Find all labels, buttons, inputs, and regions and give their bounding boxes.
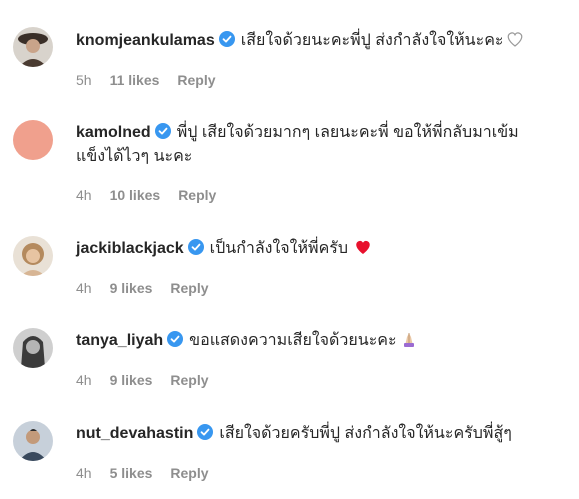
comment-body: kamolned พี่ปู เสียใจด้วยมากๆ เลยนะคะพี่ … — [76, 121, 559, 169]
reply-button[interactable]: Reply — [170, 372, 208, 388]
comment-body: jackiblackjack เป็นกำลังใจให้พี่ครับ — [76, 237, 559, 261]
verified-badge-icon — [218, 31, 235, 47]
comment-text: ขอแสดงความเสียใจด้วยนะคะ — [189, 332, 397, 349]
comment-text-continued: แข็งได้ไวๆ นะคะ — [76, 148, 193, 165]
username-link[interactable]: knomjeankulamas — [76, 32, 215, 49]
avatar-image — [13, 120, 53, 160]
timestamp[interactable]: 4h — [76, 187, 92, 203]
likes-count[interactable]: 9 likes — [110, 372, 153, 388]
comment-meta: 5h 11 likes Reply — [76, 72, 234, 88]
comments-list: knomjeankulamas เสียใจด้วยนะคะพี่ปู ส่งกำ… — [0, 0, 579, 499]
comment-text: เป็นกำลังใจให้พี่ครับ — [209, 240, 349, 257]
likes-count[interactable]: 10 likes — [110, 187, 161, 203]
avatar-image — [13, 27, 53, 67]
avatar-image — [13, 328, 53, 368]
avatar[interactable] — [13, 421, 53, 461]
likes-count[interactable]: 11 likes — [110, 72, 160, 88]
verified-badge-icon — [197, 424, 214, 440]
avatar[interactable] — [13, 120, 53, 160]
timestamp[interactable]: 4h — [76, 465, 92, 481]
comment-line: nut_devahastin เสียใจด้วยครับพี่ปู ส่งกำล… — [76, 422, 559, 446]
username-link[interactable]: kamolned — [76, 124, 151, 141]
comment-line: knomjeankulamas เสียใจด้วยนะคะพี่ปู ส่งกำ… — [76, 29, 559, 53]
verified-badge-icon — [167, 331, 184, 347]
timestamp[interactable]: 4h — [76, 372, 92, 388]
comment-line: tanya_liyah ขอแสดงความเสียใจด้วยนะคะ — [76, 329, 559, 353]
avatar[interactable] — [13, 328, 53, 368]
heart-outline-icon — [507, 32, 522, 47]
username-link[interactable]: tanya_liyah — [76, 332, 163, 349]
likes-count[interactable]: 9 likes — [110, 280, 153, 296]
comment-text: เสียใจด้วยนะคะพี่ปู ส่งกำลังใจให้นะคะ — [240, 32, 504, 49]
avatar-image — [13, 236, 53, 276]
comment-line-2: แข็งได้ไวๆ นะคะ — [76, 145, 559, 169]
comment-body: knomjeankulamas เสียใจด้วยนะคะพี่ปู ส่งกำ… — [76, 29, 559, 53]
reply-button[interactable]: Reply — [178, 187, 216, 203]
comment-line: jackiblackjack เป็นกำลังใจให้พี่ครับ — [76, 237, 559, 261]
comment-meta: 4h 5 likes Reply — [76, 465, 227, 481]
avatar[interactable] — [13, 27, 53, 67]
likes-count[interactable]: 5 likes — [110, 465, 153, 481]
red-heart-icon — [356, 240, 370, 254]
comment-line: kamolned พี่ปู เสียใจด้วยมากๆ เลยนะคะพี่ … — [76, 121, 559, 145]
comment-meta: 4h 9 likes Reply — [76, 372, 227, 388]
comment-body: nut_devahastin เสียใจด้วยครับพี่ปู ส่งกำล… — [76, 422, 559, 446]
comment-meta: 4h 10 likes Reply — [76, 187, 234, 203]
timestamp[interactable]: 5h — [76, 72, 92, 88]
username-link[interactable]: nut_devahastin — [76, 425, 193, 442]
comment-body: tanya_liyah ขอแสดงความเสียใจด้วยนะคะ — [76, 329, 559, 353]
comment-meta: 4h 9 likes Reply — [76, 280, 227, 296]
avatar-image — [13, 421, 53, 461]
avatar[interactable] — [13, 236, 53, 276]
username-link[interactable]: jackiblackjack — [76, 240, 184, 257]
verified-badge-icon — [154, 123, 171, 139]
reply-button[interactable]: Reply — [177, 72, 215, 88]
reply-button[interactable]: Reply — [170, 280, 208, 296]
praying-hands-icon — [403, 333, 414, 347]
verified-badge-icon — [187, 239, 204, 255]
timestamp[interactable]: 4h — [76, 280, 92, 296]
reply-button[interactable]: Reply — [170, 465, 208, 481]
comment-text: พี่ปู เสียใจด้วยมากๆ เลยนะคะพี่ ขอให้พี่… — [176, 124, 519, 141]
comment-text: เสียใจด้วยครับพี่ปู ส่งกำลังใจให้นะครับพ… — [219, 425, 512, 442]
